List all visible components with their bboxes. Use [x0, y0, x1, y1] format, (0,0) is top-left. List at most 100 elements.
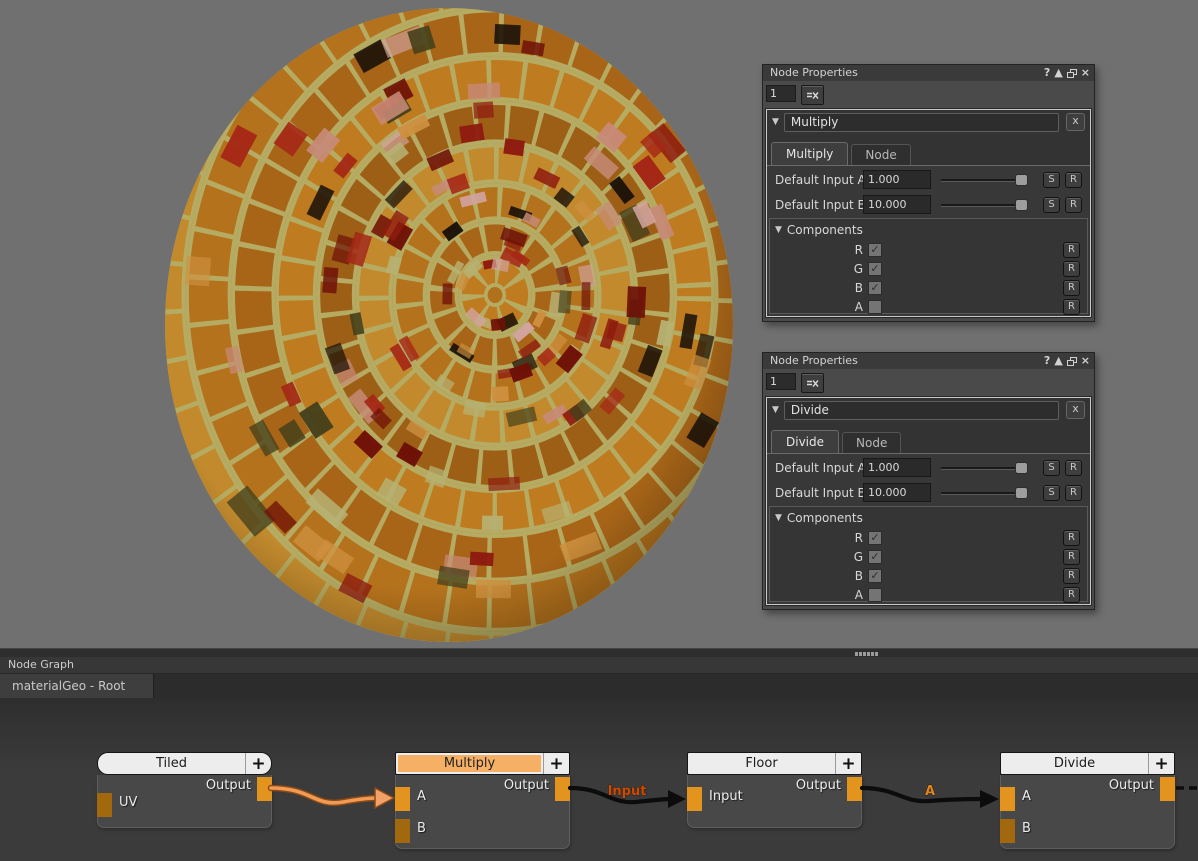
add-port-button[interactable]: +: [1148, 753, 1174, 774]
section-close-button[interactable]: x: [1066, 401, 1085, 419]
pinned-count-field[interactable]: 1: [766, 373, 796, 390]
checkbox-g[interactable]: ✓: [868, 262, 882, 276]
slider-scale-button[interactable]: S: [1043, 172, 1060, 188]
node-tiled-header[interactable]: Tiled +: [97, 752, 272, 775]
checkbox-r[interactable]: ✓: [868, 243, 882, 257]
input-port-a[interactable]: [1000, 787, 1015, 811]
splitter-grip-icon[interactable]: [855, 652, 878, 656]
output-port[interactable]: [555, 777, 570, 801]
output-port[interactable]: [257, 777, 272, 801]
unpin-button[interactable]: [801, 85, 824, 105]
node-graph-title: Node Graph: [0, 657, 1198, 673]
tab-node[interactable]: Node: [842, 432, 901, 453]
section-close-button[interactable]: x: [1066, 113, 1085, 131]
slider-track[interactable]: [941, 204, 1026, 207]
slider-scale-button[interactable]: S: [1043, 460, 1060, 476]
expander-icon[interactable]: ▼: [772, 405, 779, 415]
tab-multiply[interactable]: Multiply: [771, 142, 848, 165]
slider-handle[interactable]: [1015, 462, 1028, 474]
slider-track[interactable]: [941, 492, 1026, 495]
tab-materialgeo-root[interactable]: materialGeo - Root: [0, 674, 154, 699]
value-field[interactable]: 1.000: [863, 170, 931, 189]
value-slider[interactable]: [941, 487, 1028, 499]
reset-button[interactable]: R: [1063, 299, 1080, 315]
reset-button[interactable]: R: [1063, 549, 1080, 565]
value-slider[interactable]: [941, 174, 1028, 186]
close-panel-icon[interactable]: ×: [1081, 355, 1090, 367]
node-name-field[interactable]: Divide: [784, 401, 1059, 420]
reset-button[interactable]: R: [1065, 172, 1082, 188]
unpin-button[interactable]: [801, 373, 824, 393]
reset-button[interactable]: R: [1063, 568, 1080, 584]
value-field[interactable]: 10.000: [863, 483, 931, 502]
reset-button[interactable]: R: [1065, 197, 1082, 213]
add-port-button[interactable]: +: [835, 753, 861, 774]
close-panel-icon[interactable]: ×: [1081, 67, 1090, 79]
checkbox-a[interactable]: [868, 300, 882, 314]
float-panel-icon[interactable]: [1067, 357, 1077, 366]
input-port-b[interactable]: [1000, 819, 1015, 843]
value-field[interactable]: 10.000: [863, 195, 931, 214]
input-port-a[interactable]: [395, 787, 410, 811]
node-graph-canvas[interactable]: Tiled + Output UV Multiply + Output A B: [0, 698, 1198, 861]
help-icon[interactable]: ?: [1044, 355, 1050, 367]
expander-icon[interactable]: ▼: [775, 225, 782, 235]
output-port[interactable]: [847, 777, 862, 801]
node-body[interactable]: Output UV: [97, 775, 272, 828]
slider-handle[interactable]: [1015, 487, 1028, 499]
value-slider[interactable]: [941, 199, 1028, 211]
node-floor-header[interactable]: Floor +: [687, 752, 862, 775]
panel-splitter[interactable]: [0, 648, 1198, 657]
add-port-button[interactable]: +: [543, 753, 569, 774]
reset-button[interactable]: R: [1063, 530, 1080, 546]
value-slider[interactable]: [941, 462, 1028, 474]
node-divide[interactable]: Divide + Output A B: [1000, 752, 1175, 849]
tab-node[interactable]: Node: [851, 144, 910, 165]
checkbox-b[interactable]: ✓: [868, 281, 882, 295]
reset-button[interactable]: R: [1063, 242, 1080, 258]
add-port-button[interactable]: +: [245, 753, 271, 774]
node-tiled[interactable]: Tiled + Output UV: [97, 752, 272, 828]
expander-icon[interactable]: ▼: [775, 513, 782, 523]
slider-scale-button[interactable]: S: [1043, 197, 1060, 213]
node-name-field[interactable]: Multiply: [784, 113, 1059, 132]
node-multiply-header[interactable]: Multiply +: [395, 752, 570, 775]
collapse-icon[interactable]: ▲: [1054, 355, 1062, 367]
expander-icon[interactable]: ▼: [772, 117, 779, 127]
collapse-icon[interactable]: ▲: [1054, 67, 1062, 79]
float-panel-icon[interactable]: [1067, 69, 1077, 78]
panel-titlebar[interactable]: Node Properties ? ▲ ×: [763, 65, 1094, 81]
components-header[interactable]: ▼ Components: [770, 219, 1087, 240]
value-field[interactable]: 1.000: [863, 458, 931, 477]
input-port-b[interactable]: [395, 819, 410, 843]
input-port-input[interactable]: [687, 787, 702, 811]
slider-track[interactable]: [941, 467, 1026, 470]
reset-button[interactable]: R: [1063, 261, 1080, 277]
checkbox-b[interactable]: ✓: [868, 569, 882, 583]
slider-handle[interactable]: [1015, 199, 1028, 211]
reset-button[interactable]: R: [1063, 587, 1080, 603]
checkbox-r[interactable]: ✓: [868, 531, 882, 545]
node-body[interactable]: Output Input: [687, 775, 862, 828]
tab-divide[interactable]: Divide: [771, 430, 839, 453]
reset-button[interactable]: R: [1065, 485, 1082, 501]
output-port[interactable]: [1160, 777, 1175, 801]
checkbox-g[interactable]: ✓: [868, 550, 882, 564]
node-multiply[interactable]: Multiply + Output A B: [395, 752, 570, 849]
panel-titlebar[interactable]: Node Properties ? ▲ ×: [763, 353, 1094, 369]
input-port-uv[interactable]: [97, 793, 112, 817]
components-header[interactable]: ▼ Components: [770, 507, 1087, 528]
node-divide-header[interactable]: Divide +: [1000, 752, 1175, 775]
node-body[interactable]: Output A B: [1000, 775, 1175, 849]
pinned-count-field[interactable]: 1: [766, 85, 796, 102]
help-icon[interactable]: ?: [1044, 67, 1050, 79]
checkbox-a[interactable]: [868, 588, 882, 602]
slider-scale-button[interactable]: S: [1043, 485, 1060, 501]
reset-button[interactable]: R: [1063, 280, 1080, 296]
node-floor[interactable]: Floor + Output Input: [687, 752, 862, 828]
slider-track[interactable]: [941, 179, 1026, 182]
node-body[interactable]: Output A B: [395, 775, 570, 849]
reset-button[interactable]: R: [1065, 460, 1082, 476]
node-properties-panel-multiply: Node Properties ? ▲ × 1 ▼ Multiply x Mul…: [762, 64, 1095, 322]
slider-handle[interactable]: [1015, 174, 1028, 186]
